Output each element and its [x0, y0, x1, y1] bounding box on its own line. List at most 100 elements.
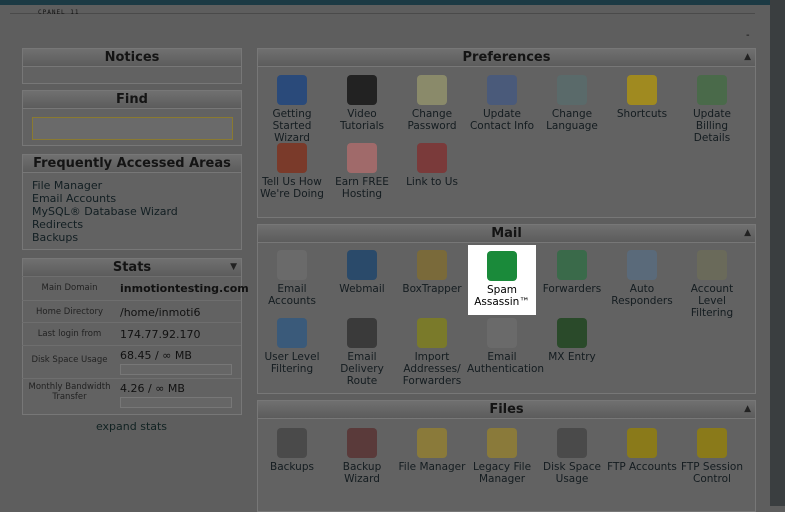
preferences-item[interactable]: Update Billing Details [677, 75, 747, 144]
disk-icon [557, 428, 587, 458]
stats-title-text: Stats [112, 260, 152, 275]
play-icon [277, 75, 307, 105]
item-label: Change Password [407, 108, 457, 132]
stats-row: Last login from 174.77.92.170 [22, 322, 241, 346]
collapse-triangle-icon[interactable]: ▼ [230, 259, 237, 276]
mail-item[interactable]: MX Entry [537, 318, 607, 363]
ftp-session-icon [697, 428, 727, 458]
usage-bar [120, 397, 232, 408]
stats-title: Stats ▼ [23, 259, 241, 277]
preferences-title: Preferences [462, 50, 551, 65]
item-label: BoxTrapper [402, 283, 462, 295]
item-label: MX Entry [548, 351, 596, 363]
preferences-item[interactable]: Update Contact Info [467, 75, 537, 132]
stats-value: /home/inmoti6 [120, 306, 201, 319]
find-title: Find [23, 91, 241, 109]
preferences-item[interactable]: Tell Us How We're Doing [257, 143, 327, 200]
stats-label: Monthly Bandwidth Transfer [28, 382, 111, 402]
divider [10, 13, 755, 14]
preferences-item[interactable]: Change Language [537, 75, 607, 132]
star-icon [627, 75, 657, 105]
item-label: Getting Started Wizard [272, 108, 312, 144]
item-label: Webmail [339, 283, 385, 295]
stats-label: Disk Space Usage [31, 355, 108, 365]
boxtrapper-icon [417, 250, 447, 280]
files-item[interactable]: Backups [257, 428, 327, 473]
item-label: Backups [270, 461, 314, 473]
mail-item[interactable]: Spam Assassin™ [468, 245, 536, 315]
mail-item[interactable]: Auto Responders [607, 250, 677, 307]
backup-wizard-icon [347, 428, 377, 458]
window-edge [770, 0, 785, 506]
collapse-triangle-icon[interactable]: ▲ [744, 49, 751, 66]
preferences-item[interactable]: Shortcuts [607, 75, 677, 120]
piggy-bank-icon [347, 143, 377, 173]
preferences-item[interactable]: Link to Us [397, 143, 467, 188]
stats-value: inmotiontesting.com [120, 282, 249, 295]
envelope-icon [277, 250, 307, 280]
item-label: Backup Wizard [342, 461, 382, 485]
preferences-item[interactable]: Change Password [397, 75, 467, 132]
files-item[interactable]: FTP Session Control [677, 428, 747, 485]
stats-label: Last login from [37, 329, 102, 339]
item-label: Email Authentication [467, 351, 545, 375]
header-banner [0, 0, 785, 5]
notices-title: Notices [23, 49, 241, 67]
item-label: Earn FREE Hosting [335, 176, 389, 200]
files-title: Files [489, 402, 524, 417]
filter-icon [697, 250, 727, 280]
preferences-item[interactable]: Getting Started Wizard [257, 75, 327, 144]
frequent-link[interactable]: File Manager [32, 179, 241, 192]
mail-item[interactable]: Forwarders [537, 250, 607, 295]
item-label: Account Level Filtering [690, 283, 734, 319]
files-item[interactable]: Disk Space Usage [537, 428, 607, 485]
delivery-route-icon [347, 318, 377, 348]
globe-icon [347, 250, 377, 280]
collapse-triangle-icon[interactable]: ▲ [744, 225, 751, 242]
frequent-link[interactable]: Redirects [32, 218, 241, 231]
frequent-panel: Frequently Accessed Areas File Manager Em… [22, 154, 242, 250]
brand-logo: CPANEL 11 [38, 9, 80, 16]
mail-item[interactable]: Webmail [327, 250, 397, 295]
item-label: Video Tutorials [339, 108, 385, 132]
collapse-all-button[interactable]: - [746, 30, 750, 41]
files-item[interactable]: Backup Wizard [327, 428, 397, 485]
frequent-title: Frequently Accessed Areas [23, 155, 241, 173]
frequent-link[interactable]: Backups [32, 231, 241, 244]
mail-item[interactable]: Account Level Filtering [677, 250, 747, 319]
stats-value: 174.77.92.170 [120, 328, 201, 341]
collapse-triangle-icon[interactable]: ▲ [744, 401, 751, 418]
item-label: Shortcuts [616, 108, 668, 120]
preferences-item[interactable]: Earn FREE Hosting [327, 143, 397, 200]
mail-item[interactable]: Import Addresses/ Forwarders [397, 318, 467, 387]
stats-value: 68.45 / ∞ MB [120, 349, 192, 362]
mail-item[interactable]: BoxTrapper [397, 250, 467, 295]
mail-item[interactable]: Email Authentication [467, 318, 544, 375]
language-icon [557, 75, 587, 105]
mail-item[interactable]: Email Delivery Route [327, 318, 397, 387]
files-item[interactable]: Legacy File Manager [467, 428, 537, 485]
spamassassin-icon [487, 251, 517, 281]
item-label: Disk Space Usage [543, 461, 601, 485]
backup-icon [277, 428, 307, 458]
stats-row: Main Domain inmotiontesting.com [22, 276, 249, 301]
frequent-link[interactable]: Email Accounts [32, 192, 241, 205]
expand-stats-link[interactable]: expand stats [22, 420, 241, 433]
item-label: FTP Accounts [607, 461, 677, 473]
find-input[interactable] [32, 117, 233, 140]
item-label: User Level Filtering [264, 351, 320, 375]
files-item[interactable]: File Manager [397, 428, 467, 473]
legacy-folder-icon [487, 428, 517, 458]
mail-item[interactable]: User Level Filtering [257, 318, 327, 375]
stats-label: Main Domain [41, 283, 98, 293]
folder-icon [417, 428, 447, 458]
item-label: Update Contact Info [469, 108, 535, 132]
files-item[interactable]: FTP Accounts [607, 428, 677, 473]
mail-item[interactable]: Email Accounts [257, 250, 327, 307]
preferences-item[interactable]: Video Tutorials [327, 75, 397, 132]
import-icon [417, 318, 447, 348]
frequent-link[interactable]: MySQL® Database Wizard [32, 205, 241, 218]
item-label: Email Accounts [268, 283, 316, 307]
autoresponder-icon [627, 250, 657, 280]
item-label: File Manager [398, 461, 466, 473]
